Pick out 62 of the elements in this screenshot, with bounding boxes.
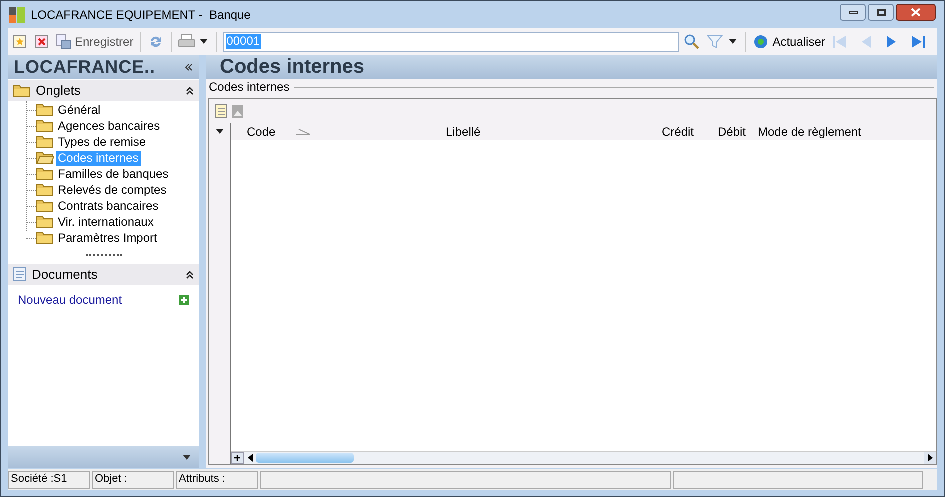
collapse-icon[interactable] <box>185 64 193 70</box>
tab-item[interactable]: Vir. internationaux <box>56 214 156 230</box>
tab-item[interactable]: Familles de banques <box>56 166 171 182</box>
refresh-button[interactable]: Actualiser <box>752 30 826 52</box>
dropdown-arrow-icon[interactable] <box>216 129 224 134</box>
right-arrow-icon <box>928 454 932 462</box>
column-header[interactable]: Mode de règlement <box>758 122 862 140</box>
column-header[interactable]: Débit <box>718 122 746 140</box>
left-arrow-icon <box>248 454 252 462</box>
new-document-icon <box>13 34 27 48</box>
search-icon <box>684 34 700 50</box>
caret-icon <box>200 39 208 44</box>
maximize-button[interactable] <box>868 4 894 21</box>
save-button[interactable]: Enregistrer <box>54 30 136 52</box>
column-header[interactable]: Libellé <box>446 122 481 140</box>
status-text: Société :S1 <box>11 472 68 488</box>
open-folder-icon <box>36 151 54 165</box>
window-title: LOCAFRANCE EQUIPEMENT - Banque <box>31 6 251 24</box>
collapse-section-icon[interactable] <box>186 270 194 278</box>
app-logo-icon <box>9 6 25 22</box>
minimize-button[interactable] <box>840 4 866 21</box>
group-label: Codes internes <box>209 81 290 93</box>
close-icon <box>911 8 921 17</box>
folder-icon <box>36 199 54 213</box>
tab-item[interactable]: Types de remise <box>56 134 148 150</box>
column-header[interactable]: Code <box>247 122 276 140</box>
folder-icon <box>36 167 54 181</box>
scroll-right-button[interactable] <box>924 452 936 464</box>
section-header: Documents <box>32 266 98 284</box>
document-icon <box>13 267 27 282</box>
tab-item[interactable]: Agences bancaires <box>56 118 162 134</box>
add-row-icon[interactable] <box>231 452 244 464</box>
delete-icon <box>35 34 49 48</box>
add-icon[interactable] <box>179 295 189 305</box>
collapse-section-icon[interactable] <box>186 86 194 94</box>
folder-icon <box>36 135 54 149</box>
folder-icon <box>36 119 54 133</box>
section-header: Onglets <box>36 82 81 100</box>
tab-item[interactable]: Général <box>56 102 103 118</box>
filter-icon <box>706 34 723 50</box>
refresh-icon <box>752 34 769 50</box>
status-text: Objet : <box>95 472 128 488</box>
folder-icon <box>36 183 54 197</box>
caret-icon <box>728 39 737 44</box>
folder-icon <box>36 103 54 117</box>
tab-item[interactable]: Relevés de comptes <box>56 182 169 198</box>
folder-icon <box>13 84 31 98</box>
status-text: Attributs : <box>179 472 226 488</box>
column-header[interactable]: Crédit <box>662 122 694 140</box>
new-document-link[interactable]: Nouveau document <box>18 291 122 309</box>
tab-item[interactable]: Contrats bancaires <box>56 198 161 214</box>
tab-item[interactable]: Paramètres Import <box>56 230 160 246</box>
page-title: Codes internes <box>220 55 364 80</box>
document-icon[interactable] <box>215 104 228 118</box>
sidebar-title: LOCAFRANCE.. <box>14 56 156 78</box>
scrollbar-thumb[interactable] <box>256 453 354 463</box>
dropdown-arrow-icon[interactable] <box>183 454 191 460</box>
printer-icon <box>178 34 196 50</box>
folder-icon <box>36 231 54 245</box>
folder-icon <box>36 215 54 229</box>
save-icon <box>56 34 72 50</box>
close-button[interactable] <box>896 4 936 21</box>
